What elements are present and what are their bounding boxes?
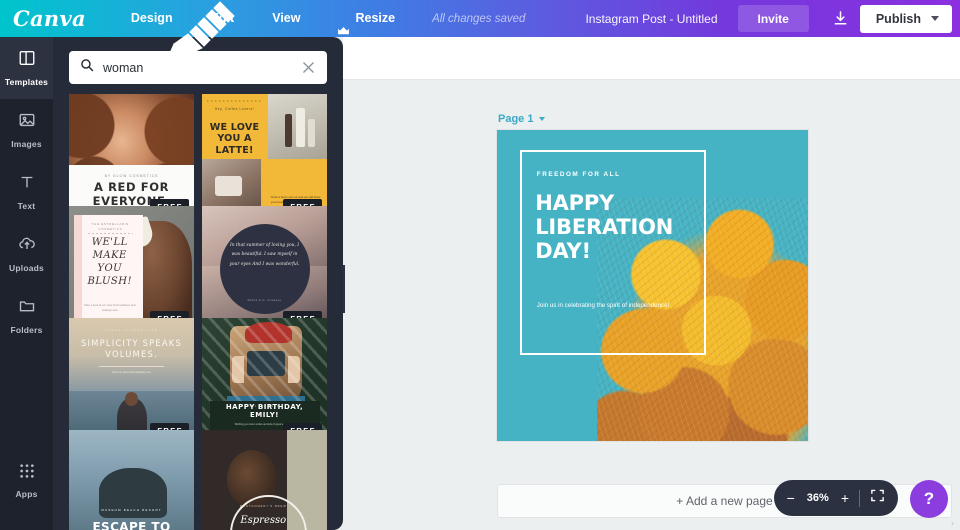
save-status-text: All changes saved <box>432 12 526 25</box>
design-canvas[interactable]: FREEDOM FOR ALL HAPPY LIBERATION DAY! Jo… <box>497 130 808 441</box>
uploads-icon <box>18 235 36 258</box>
template-text-card: THE ESTRELLARIS COSMETICS WE'LL MAKE YOU… <box>74 214 143 323</box>
search-box[interactable] <box>69 51 327 84</box>
crown-icon <box>338 14 350 35</box>
page-label[interactable]: Page 1 <box>498 113 546 125</box>
search-area <box>53 37 343 94</box>
template-kicker: MUSEUM BEACH RESORT <box>101 507 162 512</box>
sidebar-label-apps: Apps <box>15 489 38 499</box>
images-icon <box>18 111 36 134</box>
chevron-down-icon <box>539 117 546 121</box>
template-headline: HAPPY BIRTHDAY, EMILY! <box>225 403 304 420</box>
template-card-well-make-you-blush[interactable]: THE ESTRELLARIS COSMETICS WE'LL MAKE YOU… <box>69 206 194 331</box>
template-body: Discover www.minimalgallery.com <box>111 370 151 374</box>
header-actions: Instagram Post - Untitled Invite Publish <box>585 0 960 37</box>
canva-editor: Canva Design Edit View Resize All change… <box>0 0 960 530</box>
sidebar-label-templates: Templates <box>4 77 49 87</box>
zoom-out-button[interactable]: − <box>787 491 795 505</box>
left-sidebar-rail: Templates Images Text Uploads Folders Ap… <box>0 37 53 530</box>
close-icon[interactable] <box>300 59 317 76</box>
menu-item-design[interactable]: Design <box>112 0 192 37</box>
template-decor-head <box>125 391 138 406</box>
publish-button[interactable]: Publish <box>859 4 952 33</box>
sidebar-label-folders: Folders <box>10 325 43 335</box>
template-kicker: MONTGOMERY'S BREW <box>239 505 287 508</box>
menu-item-resize-label: Resize <box>355 11 396 25</box>
template-kicker: BY GLOW COSMETICS <box>104 173 159 178</box>
template-headline: ESCAPE TO <box>92 520 171 530</box>
text-icon <box>18 173 36 196</box>
template-card-escape-to[interactable]: MUSEUM BEACH RESORT ESCAPE TO <box>69 430 194 530</box>
template-kicker: THE ESTRELLARIS COSMETICS <box>91 222 130 231</box>
design-subtext: Join us in celebrating the spirit of ind… <box>536 302 670 310</box>
canvas-toolbar <box>343 37 960 80</box>
document-title[interactable]: Instagram Post - Untitled <box>585 12 717 26</box>
page-label-text: Page 1 <box>498 113 534 125</box>
sidebar-item-apps[interactable]: Apps <box>0 450 53 512</box>
publish-label: Publish <box>875 11 921 26</box>
sidebar-label-text: Text <box>17 201 36 211</box>
sidebar-item-text[interactable]: Text <box>0 161 53 223</box>
canvas-stage: Page 1 FREEDOM FOR ALL HAPPY LIBERATION … <box>332 37 960 530</box>
sidebar-item-uploads[interactable]: Uploads <box>0 223 53 285</box>
template-card-summer-of-loving-quote[interactable]: In that summer of loving you, I was beau… <box>202 206 327 331</box>
template-image <box>268 94 327 159</box>
zoom-controls: − 36% + <box>773 480 898 516</box>
top-header-bar: Canva Design Edit View Resize All change… <box>0 0 960 37</box>
template-card-espresso[interactable]: MONTGOMERY'S BREW Espresso <box>202 430 327 530</box>
menu-item-view[interactable]: View <box>253 0 319 37</box>
template-card-red-for-everyone[interactable]: BY GLOW COSMETICS A RED FOR EVERYONE. be… <box>69 94 194 219</box>
template-headline: Espresso <box>240 515 287 526</box>
template-headline: WE'LL MAKE YOU BLUSH! <box>87 237 132 288</box>
template-grid: BY GLOW COSMETICS A RED FOR EVERYONE. be… <box>53 94 343 530</box>
menu-item-edit[interactable]: Edit <box>192 0 254 37</box>
sidebar-item-templates[interactable]: Templates <box>0 37 53 99</box>
sidebar-item-images[interactable]: Images <box>0 99 53 161</box>
template-card-we-love-you-a-latte[interactable]: Hey, Coffee Lovers! WE LOVE YOU A LATTE!… <box>202 94 327 219</box>
zoom-level-value: 36% <box>806 492 829 504</box>
scroll-indicator: › <box>951 518 954 528</box>
template-quote: In that summer of loving you, I was beau… <box>229 243 300 267</box>
template-kicker: CLEAN CLASSY LIFE <box>104 328 159 332</box>
templates-panel: BY GLOW COSMETICS A RED FOR EVERYONE. be… <box>53 37 343 530</box>
templates-icon <box>18 49 36 72</box>
help-button[interactable]: ? <box>910 480 948 518</box>
sidebar-item-folders[interactable]: Folders <box>0 285 53 347</box>
canva-logo[interactable]: Canva <box>13 6 86 31</box>
template-attribution: Debra A.C. Creasey <box>247 298 282 303</box>
design-kicker-text: FREEDOM FOR ALL <box>536 171 621 179</box>
download-icon[interactable] <box>822 0 860 37</box>
apps-grid-icon <box>19 463 35 484</box>
zoom-in-button[interactable]: + <box>841 491 849 505</box>
template-card-simplicity-speaks-volumes[interactable]: CLEAN CLASSY LIFE SIMPLICITY SPEAKS VOLU… <box>69 318 194 443</box>
search-input[interactable] <box>103 60 300 75</box>
template-body: Take a look at our new blush palettes an… <box>84 303 136 312</box>
template-kicker: Hey, Coffee Lovers! <box>214 106 255 111</box>
menu-item-resize[interactable]: Resize <box>319 0 414 37</box>
sidebar-label-uploads: Uploads <box>9 263 44 273</box>
invite-button[interactable]: Invite <box>737 5 809 32</box>
sidebar-label-images: Images <box>11 139 42 149</box>
folders-icon <box>18 297 36 320</box>
main-menu: Design Edit View Resize All changes save… <box>112 0 526 37</box>
search-icon <box>80 58 94 77</box>
template-headline: SIMPLICITY SPEAKS VOLUMES. <box>80 338 182 360</box>
divider <box>859 489 860 507</box>
chevron-down-icon <box>931 16 939 21</box>
design-headline-text: HAPPY LIBERATION DAY! <box>535 191 674 264</box>
template-decor <box>207 100 262 103</box>
template-headline: WE LOVE YOU A LATTE! <box>209 121 260 156</box>
fullscreen-icon[interactable] <box>870 488 885 508</box>
template-card-happy-birthday-emily[interactable]: ALL THE BEST HAPPY BIRTHDAY, EMILY! Wish… <box>202 318 327 443</box>
